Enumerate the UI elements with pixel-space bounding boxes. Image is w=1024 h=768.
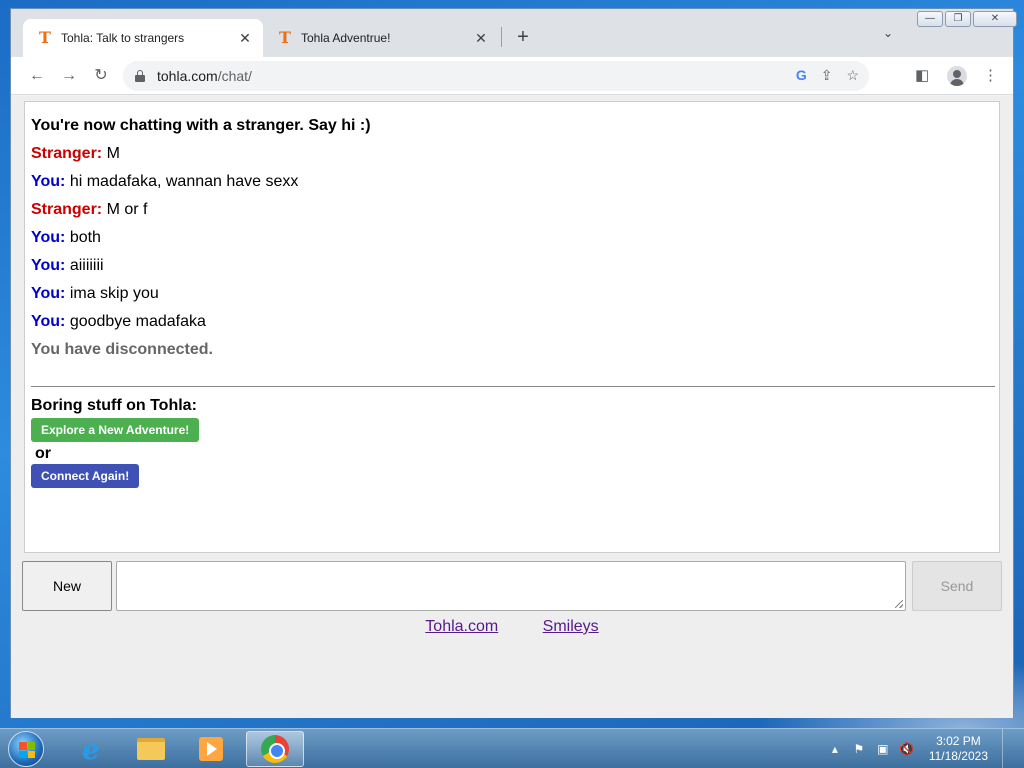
volume-muted-icon[interactable]: 🔇: [899, 742, 915, 756]
show-desktop-button[interactable]: [1002, 729, 1012, 768]
back-arrow-icon[interactable]: ←: [27, 66, 47, 86]
taskbar: e ▴ ⚑ ▣ 🔇 3:02 PM 11/18/2023: [0, 728, 1024, 768]
address-bar[interactable]: tohla.com/chat/ G ⇪ ☆: [123, 61, 869, 91]
browser-toolbar: ← → ↻ tohla.com/chat/ G ⇪ ☆ ◧ ⋮: [11, 57, 1013, 95]
connect-again-button[interactable]: Connect Again!: [31, 464, 140, 488]
windows-logo-icon: [19, 742, 35, 758]
chat-log: You're now chatting with a stranger. Say…: [24, 101, 1000, 553]
sender-label: You:: [31, 313, 66, 330]
or-label: or: [35, 445, 51, 462]
taskbar-internet-explorer[interactable]: e: [62, 731, 120, 767]
clock-time: 3:02 PM: [936, 734, 981, 748]
tab-separator: [501, 27, 502, 47]
chat-message: You: goodbye madafaka: [31, 312, 993, 340]
taskbar-file-explorer[interactable]: [122, 731, 180, 767]
system-tray: ▴ ⚑ ▣ 🔇 3:02 PM 11/18/2023: [827, 729, 1012, 768]
message-text: ima skip you: [69, 285, 159, 302]
message-text: aiiiiiii: [69, 257, 104, 274]
message-text: goodbye madafaka: [69, 313, 206, 330]
menu-kebab-icon[interactable]: ⋮: [983, 66, 998, 84]
media-player-icon: [199, 737, 223, 761]
sender-label: Stranger:: [31, 201, 103, 218]
chat-message: Stranger: M or f: [31, 200, 993, 228]
sender-label: Stranger:: [31, 145, 103, 162]
page-content: You're now chatting with a stranger. Say…: [11, 96, 1013, 718]
share-icon[interactable]: ⇪: [821, 67, 833, 84]
footer-links: Tohla.com Smileys: [11, 618, 1013, 636]
explore-adventure-button[interactable]: Explore a New Adventure!: [31, 418, 200, 442]
action-center-flag-icon[interactable]: ⚑: [851, 742, 867, 756]
folder-icon: [137, 738, 165, 760]
message-text: both: [69, 229, 101, 246]
divider: [31, 386, 995, 387]
close-tab-icon[interactable]: ✕: [233, 30, 257, 47]
close-window-button[interactable]: ✕: [973, 11, 1017, 27]
message-text: M: [106, 145, 120, 162]
avatar-icon: [947, 66, 967, 86]
chrome-icon: [261, 735, 289, 763]
disconnected-notice: You have disconnected.: [31, 341, 213, 358]
new-tab-icon[interactable]: +: [511, 25, 535, 49]
minimize-button[interactable]: —: [917, 11, 943, 27]
url-text: tohla.com/chat/: [157, 68, 252, 84]
start-button[interactable]: [8, 731, 44, 767]
tab-title: Tohla Adventrue!: [301, 31, 391, 45]
message-text: M or f: [106, 201, 148, 218]
clock[interactable]: 3:02 PM 11/18/2023: [929, 734, 988, 764]
sender-label: You:: [31, 229, 66, 246]
browser-window: T Tohla: Talk to strangers ✕ T Tohla Adv…: [10, 8, 1017, 718]
clock-date: 11/18/2023: [928, 749, 988, 763]
message-text: hi madafaka, wannan have sexx: [69, 173, 299, 190]
close-tab-icon[interactable]: ✕: [469, 30, 493, 47]
chat-message: You: hi madafaka, wannan have sexx: [31, 172, 993, 200]
message-input[interactable]: [116, 561, 906, 611]
restore-button[interactable]: ❐: [945, 11, 971, 27]
omnibox-actions: G ⇪ ☆: [796, 67, 859, 84]
window-controls: — ❐ ✕: [917, 11, 1017, 27]
reload-icon[interactable]: ↻: [91, 66, 111, 86]
tohla-favicon-icon: T: [39, 28, 51, 47]
smileys-link[interactable]: Smileys: [543, 618, 599, 635]
bookmark-star-icon[interactable]: ☆: [846, 67, 859, 84]
internet-explorer-icon: e: [82, 732, 100, 766]
sender-label: You:: [31, 257, 66, 274]
show-hidden-icons-icon[interactable]: ▴: [827, 742, 843, 756]
lock-icon[interactable]: [135, 70, 145, 82]
chat-message: You: both: [31, 228, 993, 256]
sender-label: You:: [31, 285, 66, 302]
tab-tohla-chat[interactable]: T Tohla: Talk to strangers ✕: [23, 19, 263, 57]
profile-button[interactable]: [947, 66, 967, 86]
google-lens-icon[interactable]: G: [796, 67, 807, 84]
network-icon[interactable]: ▣: [875, 742, 891, 756]
chat-status: You're now chatting with a stranger. Say…: [31, 117, 371, 134]
chat-message: You: ima skip you: [31, 284, 993, 312]
tab-tohla-adventure[interactable]: T Tohla Adventrue! ✕: [263, 19, 499, 57]
chat-message: You: aiiiiiii: [31, 256, 993, 284]
chevron-down-icon[interactable]: ⌄: [883, 26, 893, 40]
boring-heading: Boring stuff on Tohla:: [31, 397, 197, 414]
side-panel-icon[interactable]: ◧: [915, 66, 929, 84]
taskbar-media-player[interactable]: [182, 731, 240, 767]
tab-strip: T Tohla: Talk to strangers ✕ T Tohla Adv…: [11, 9, 1017, 57]
new-chat-button[interactable]: New: [22, 561, 112, 611]
taskbar-chrome[interactable]: [246, 731, 304, 767]
sender-label: You:: [31, 173, 66, 190]
chat-message: Stranger: M: [31, 144, 993, 172]
send-button[interactable]: Send: [912, 561, 1002, 611]
resize-grip-icon[interactable]: [895, 600, 903, 608]
forward-arrow-icon[interactable]: →: [59, 66, 79, 86]
tohla-favicon-icon: T: [279, 28, 291, 47]
tohla-home-link[interactable]: Tohla.com: [425, 618, 498, 635]
tab-title: Tohla: Talk to strangers: [61, 31, 185, 45]
